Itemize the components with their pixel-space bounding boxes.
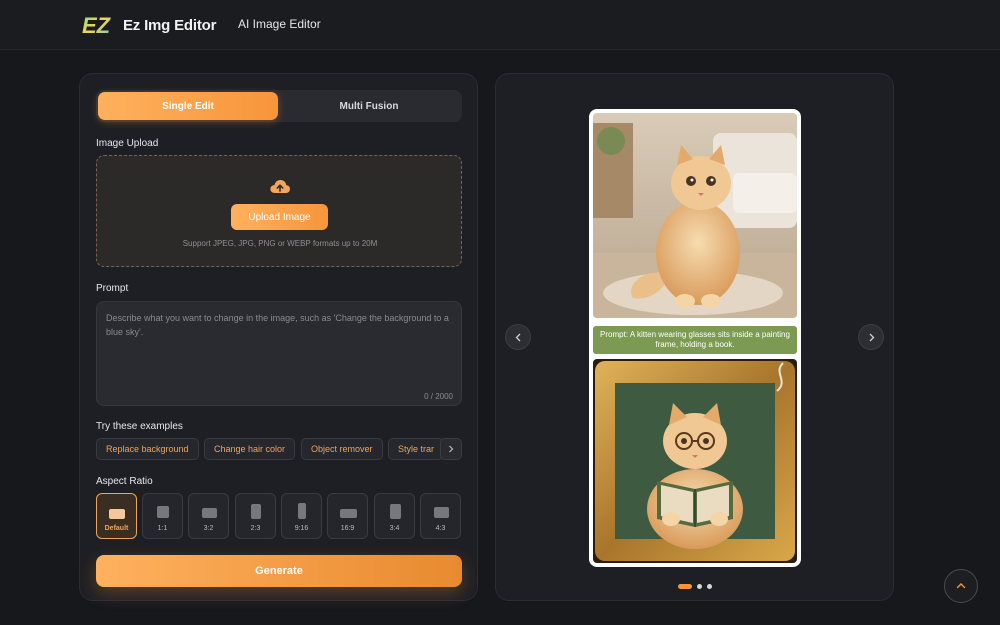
prompt-label: Prompt [96, 283, 129, 294]
chip-object-remover[interactable]: Object remover [301, 438, 383, 460]
ratio-3-2[interactable]: 3:2 [188, 493, 229, 539]
ratio-shape [202, 508, 217, 518]
ratio-4-3[interactable]: 4:3 [420, 493, 461, 539]
cloud-upload-icon [270, 180, 290, 193]
ratio-label: 3:2 [203, 525, 214, 532]
ratio-shape [434, 507, 449, 518]
tab-multi-fusion[interactable]: Multi Fusion [279, 92, 459, 120]
ratio-label: 9:16 [294, 525, 309, 532]
prev-slide-button[interactable] [505, 324, 531, 350]
aspect-ratio-options: Default 1:1 3:2 2:3 9:16 16:9 3:4 4:3 [96, 493, 462, 539]
ratio-shape [390, 504, 401, 519]
upload-image-button[interactable]: Upload Image [231, 204, 328, 230]
editor-panel: Single Edit Multi Fusion Image Upload Up… [79, 73, 478, 601]
example-chips: Replace background Change hair color Obj… [96, 438, 462, 460]
ratio-default[interactable]: Default [96, 493, 137, 539]
logo-icon: EZ [82, 13, 112, 37]
prompt-box: 0 / 2000 [96, 301, 462, 406]
example-card: Prompt: A kitten wearing glasses sits in… [589, 109, 801, 567]
ratio-9-16[interactable]: 9:16 [281, 493, 322, 539]
ratio-label: 16:9 [340, 525, 355, 532]
generate-button[interactable]: Generate [96, 555, 462, 587]
next-slide-button[interactable] [858, 324, 884, 350]
char-counter: 0 / 2000 [424, 392, 453, 401]
prompt-input[interactable] [106, 311, 452, 371]
chips-next-button[interactable] [440, 438, 462, 460]
ratio-2-3[interactable]: 2:3 [235, 493, 276, 539]
ratio-shape [298, 503, 306, 519]
mode-tabs: Single Edit Multi Fusion [96, 90, 462, 122]
upload-dropzone[interactable]: Upload Image Support JPEG, JPG, PNG or W… [96, 155, 462, 267]
chevron-left-icon [515, 333, 520, 341]
image-upload-label: Image Upload [96, 138, 159, 149]
example-prompt-caption: Prompt: A kitten wearing glasses sits in… [593, 326, 797, 354]
slide-dot-3[interactable] [707, 584, 712, 589]
chevron-up-icon [956, 583, 966, 589]
ratio-1-1[interactable]: 1:1 [142, 493, 183, 539]
ratio-label: 3:4 [389, 525, 400, 532]
tab-single-edit[interactable]: Single Edit [98, 92, 278, 120]
upload-format-hint: Support JPEG, JPG, PNG or WEBP formats u… [182, 239, 378, 248]
ratio-label: 4:3 [435, 525, 446, 532]
svg-text:EZ: EZ [82, 13, 112, 37]
ratio-3-4[interactable]: 3:4 [374, 493, 415, 539]
nav-ai-image-editor[interactable]: AI Image Editor [238, 17, 321, 31]
chip-change-hair-color[interactable]: Change hair color [204, 438, 296, 460]
chevron-right-icon [869, 333, 874, 341]
ratio-16-9[interactable]: 16:9 [327, 493, 368, 539]
ratio-shape [251, 504, 261, 519]
ratio-label: 2:3 [250, 525, 261, 532]
example-before-image [593, 113, 797, 318]
ratio-shape [109, 509, 125, 519]
ratio-label: 1:1 [157, 525, 168, 532]
logo[interactable]: EZ Ez Img Editor [82, 13, 216, 37]
preview-panel: Prompt: A kitten wearing glasses sits in… [495, 73, 894, 601]
slide-dot-2[interactable] [697, 584, 702, 589]
examples-label: Try these examples [96, 421, 183, 432]
top-bar: EZ Ez Img Editor AI Image Editor [0, 0, 1000, 50]
ratio-shape [340, 509, 357, 518]
chip-style-transfer[interactable]: Style trar [388, 438, 445, 460]
brand-name: Ez Img Editor [123, 16, 217, 34]
aspect-ratio-label: Aspect Ratio [96, 476, 153, 487]
example-after-image [593, 359, 797, 563]
slide-dot-1[interactable] [678, 584, 692, 589]
ratio-label: Default [104, 525, 129, 532]
chevron-right-icon [449, 445, 454, 453]
scroll-top-button[interactable] [944, 569, 978, 603]
chip-replace-background[interactable]: Replace background [96, 438, 199, 460]
ratio-shape [157, 506, 169, 518]
